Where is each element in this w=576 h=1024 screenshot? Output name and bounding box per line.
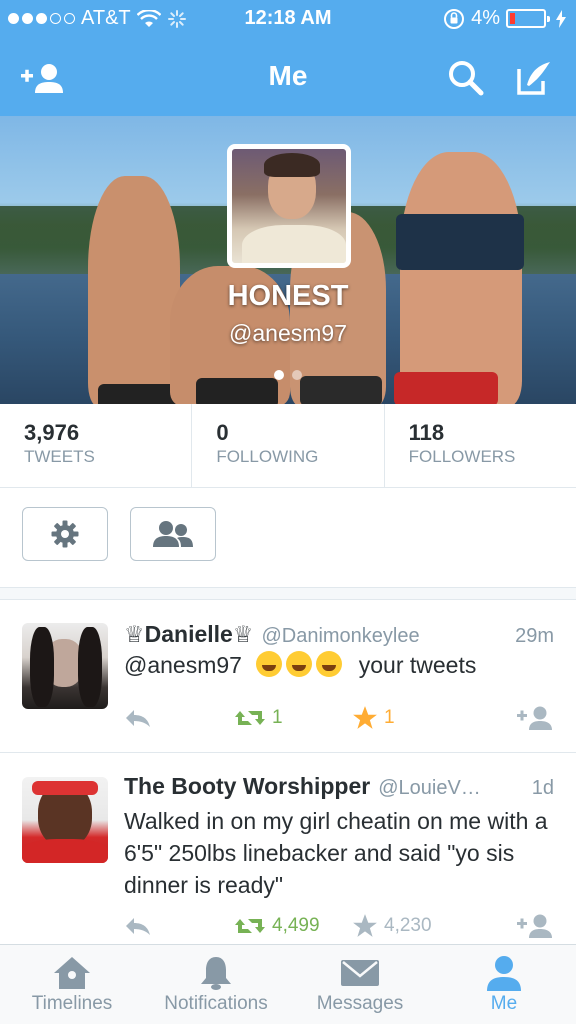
following-count-button[interactable]: 0 FOLLOWING xyxy=(192,404,385,487)
tweet-author-handle[interactable]: @LouieV… xyxy=(378,777,481,800)
tab-bar: Timelines Notifications Messages Me xyxy=(0,944,576,1024)
star-icon xyxy=(353,706,377,729)
home-icon xyxy=(54,957,90,989)
profile-name: HONEST xyxy=(227,280,349,312)
tab-label: Timelines xyxy=(31,993,113,1014)
tweet-item[interactable]: The Booty Worshipper @LouieV… 1d Walked … xyxy=(0,753,576,944)
retweet-button[interactable]: 1 xyxy=(234,707,352,729)
people-icon xyxy=(153,521,193,547)
reply-button[interactable] xyxy=(124,708,234,728)
retweet-count: 4,499 xyxy=(272,915,320,936)
follow-icon xyxy=(517,706,552,730)
top-bar: AT&T 12:18 AM 4% Me xyxy=(0,0,576,116)
retweet-icon xyxy=(235,919,265,933)
tweet-author-name[interactable]: ♕Danielle♕ xyxy=(124,621,253,648)
tab-messages[interactable]: Messages xyxy=(288,945,432,1024)
page-dot-active xyxy=(274,370,284,380)
reply-button[interactable] xyxy=(124,916,234,936)
favorite-count: 1 xyxy=(384,707,395,728)
retweet-icon xyxy=(235,711,265,725)
tab-label: Messages xyxy=(316,993,404,1014)
tweet-text: Walked in on my girl cheatin on me with … xyxy=(124,808,548,898)
envelope-icon xyxy=(341,960,379,986)
tweet-author-handle[interactable]: @Danimonkeylee xyxy=(261,625,419,648)
tweets-label: TWEETS xyxy=(24,447,95,466)
tweet-text: @anesm97 your tweets xyxy=(124,649,556,681)
tweets-count-button[interactable]: 3,976 TWEETS xyxy=(0,404,193,487)
orientation-lock-icon xyxy=(444,8,465,29)
following-label: FOLLOWING xyxy=(216,447,319,466)
tweet-text-tail: your tweets xyxy=(358,652,477,678)
tweet-mention[interactable]: @anesm97 xyxy=(124,652,242,678)
charging-bolt-icon xyxy=(556,9,566,28)
tweets-count: 3,976 xyxy=(24,420,80,445)
search-icon xyxy=(449,61,484,96)
reply-icon xyxy=(126,710,150,727)
follow-button[interactable] xyxy=(516,913,554,939)
retweet-button[interactable]: 4,499 xyxy=(234,915,352,937)
following-count: 0 xyxy=(216,420,229,445)
tears-of-joy-emoji-icon xyxy=(316,651,343,677)
favorite-count: 4,230 xyxy=(384,915,432,936)
header-page-indicator[interactable] xyxy=(0,370,576,380)
favorite-button[interactable]: 4,230 xyxy=(352,913,492,939)
tab-timelines[interactable]: Timelines xyxy=(0,945,144,1024)
profile-header: HONEST @anesm97 xyxy=(0,116,576,404)
profile-stats: 3,976 TWEETS 0 FOLLOWING 118 FOLLOWERS xyxy=(0,404,576,488)
reply-icon xyxy=(126,918,150,935)
retweet-count: 1 xyxy=(272,707,283,728)
profile-handle: @anesm97 xyxy=(229,320,347,346)
nav-bar: Me xyxy=(0,40,576,116)
tweet-timestamp: 29m xyxy=(515,625,554,647)
followers-count-button[interactable]: 118 FOLLOWERS xyxy=(385,404,576,487)
lists-button[interactable] xyxy=(130,507,216,561)
tab-me[interactable]: Me xyxy=(432,945,576,1024)
follow-button[interactable] xyxy=(516,705,554,731)
tears-of-joy-emoji-icon xyxy=(286,651,313,677)
followers-label: FOLLOWERS xyxy=(408,447,516,466)
profile-avatar[interactable] xyxy=(227,144,351,268)
tab-notifications[interactable]: Notifications xyxy=(144,945,288,1024)
compose-tweet-button[interactable] xyxy=(510,56,558,100)
tweet-author-avatar[interactable] xyxy=(22,623,108,709)
battery-icon xyxy=(506,9,550,28)
followers-count: 118 xyxy=(408,420,445,445)
page-dot xyxy=(292,370,302,380)
battery-percent: 4% xyxy=(471,7,500,29)
settings-button[interactable] xyxy=(22,507,108,561)
favorite-button[interactable]: 1 xyxy=(352,705,492,731)
follow-icon xyxy=(517,914,552,938)
tweet-timestamp: 1d xyxy=(531,777,554,799)
status-bar: AT&T 12:18 AM 4% xyxy=(0,0,576,38)
profile-actions xyxy=(0,488,576,588)
tab-label: Notifications xyxy=(164,993,268,1014)
tweet-item[interactable]: ♕Danielle♕ @Danimonkeylee 29m @anesm97 y… xyxy=(0,601,576,753)
gear-icon xyxy=(51,520,79,548)
tweet-author-avatar[interactable] xyxy=(22,777,108,863)
tears-of-joy-emoji-icon xyxy=(256,651,283,677)
search-button[interactable] xyxy=(442,56,490,100)
tab-label: Me xyxy=(490,993,518,1014)
tweet-author-name[interactable]: The Booty Worshipper xyxy=(124,773,370,800)
compose-icon xyxy=(517,62,550,95)
person-icon xyxy=(487,956,521,991)
bell-icon xyxy=(201,957,231,990)
star-icon xyxy=(353,914,377,937)
section-divider xyxy=(0,588,576,600)
